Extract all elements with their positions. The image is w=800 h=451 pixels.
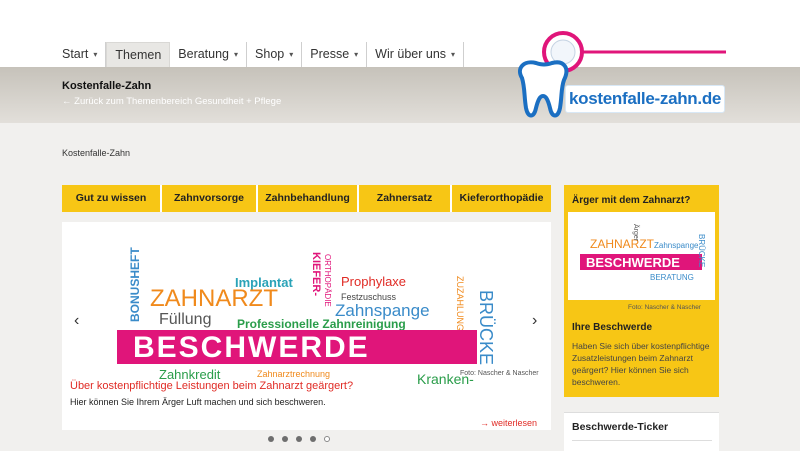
- tab-kieferorthopaedie[interactable]: Kieferorthopädie: [452, 185, 551, 212]
- slider-next-arrow-icon[interactable]: ›: [532, 312, 537, 330]
- slide-text: Hier können Sie Ihrem Ärger Luft machen …: [70, 397, 326, 407]
- read-more-link[interactable]: → weiterlesen: [480, 418, 537, 428]
- sidebar-word-cloud-image[interactable]: ZAHNARZT Zahnspange BESCHWERDE BRÜCKE BE…: [568, 212, 715, 300]
- slider-dots: [268, 436, 330, 442]
- chevron-down-icon: ▾: [451, 50, 456, 59]
- nav-item-label: Shop: [255, 47, 285, 61]
- main-menu: Start ▾ Themen Beratung ▾ Shop ▾ Presse …: [54, 42, 465, 68]
- sidebar-heading: Ärger mit dem Zahnarzt?: [572, 195, 691, 206]
- chevron-down-icon: ▾: [93, 50, 98, 59]
- sidebar-text: Haben Sie sich über kostenpflichtige Zus…: [572, 341, 710, 387]
- nav-item-label: Themen: [115, 48, 162, 62]
- nav-item-wir-ueber-uns[interactable]: Wir über uns ▾: [367, 42, 465, 68]
- tab-zahnersatz[interactable]: Zahnersatz: [359, 185, 452, 212]
- divider: [572, 440, 712, 441]
- cloud-word: Professionelle Zahnreinigung: [237, 317, 406, 331]
- cloud-word: BRÜCKE: [476, 290, 496, 365]
- logo-wordmark[interactable]: kostenfalle-zahn.de: [565, 85, 725, 113]
- thumb-word: ZAHNARZT: [590, 237, 655, 251]
- slider-dot[interactable]: [296, 436, 302, 442]
- sidebar-title[interactable]: Ihre Beschwerde: [572, 322, 652, 333]
- slider-prev-arrow-icon[interactable]: ‹: [74, 312, 79, 330]
- cloud-word: KIEFER-: [310, 252, 322, 296]
- nav-item-beratung[interactable]: Beratung ▾: [170, 42, 248, 68]
- slider-dot-active[interactable]: [324, 436, 330, 442]
- breadcrumb[interactable]: Kostenfalle-Zahn: [62, 148, 130, 158]
- slider-dot[interactable]: [310, 436, 316, 442]
- tab-gut-zu-wissen[interactable]: Gut zu wissen: [62, 185, 162, 212]
- thumb-word: Ärger: [632, 224, 640, 242]
- word-cloud-image: BONUSHEFT ZAHNARZT Implantat KIEFER- ORT…: [117, 247, 496, 386]
- cloud-word: ZUZAHLUNG: [455, 276, 465, 331]
- cloud-word: BONUSHEFT: [128, 247, 142, 322]
- nav-item-presse[interactable]: Presse ▾: [302, 42, 368, 68]
- read-more-label: weiterlesen: [491, 418, 538, 428]
- thumb-word: Zahnspange: [654, 241, 699, 250]
- chevron-down-icon: ▾: [289, 50, 294, 59]
- nav-item-shop[interactable]: Shop ▾: [247, 42, 303, 68]
- chevron-down-icon: ▾: [354, 50, 359, 59]
- cloud-word: BESCHWERDE: [133, 331, 370, 364]
- cloud-word: ORTHOPÄDIE: [323, 254, 332, 307]
- back-link[interactable]: ← Zurück zum Themenbereich Gesundheit + …: [62, 96, 281, 107]
- tooth-logo-icon[interactable]: [508, 30, 728, 130]
- sidebar-photo-credit: Foto: Nascher & Nascher: [628, 304, 701, 311]
- nav-item-label: Start: [62, 47, 89, 61]
- nav-item-themen[interactable]: Themen: [106, 42, 171, 68]
- slide-caption[interactable]: Über kostenpflichtige Leistungen beim Za…: [70, 380, 353, 392]
- nav-item-label: Beratung: [178, 47, 230, 61]
- cloud-word: Prophylaxe: [341, 274, 406, 289]
- tab-zahnvorsorge[interactable]: Zahnvorsorge: [162, 185, 258, 212]
- arrow-right-icon: →: [480, 418, 489, 428]
- photo-credit: Foto: Nascher & Nascher: [460, 370, 539, 377]
- ticker-title: Beschwerde-Ticker: [572, 421, 669, 433]
- nav-item-start[interactable]: Start ▾: [54, 42, 107, 68]
- cloud-word: Implantat: [235, 275, 293, 290]
- chevron-down-icon: ▾: [234, 50, 239, 59]
- thumb-word: BERATUNG: [650, 273, 694, 282]
- slider-dot[interactable]: [282, 436, 288, 442]
- cloud-word: Füllung: [159, 311, 211, 328]
- slider-dot[interactable]: [268, 436, 274, 442]
- page-title: Kostenfalle-Zahn: [62, 80, 152, 92]
- cloud-word: Zahnarztrechnung: [257, 369, 330, 379]
- thumb-word: BRÜCKE: [697, 234, 706, 267]
- nav-item-label: Presse: [310, 47, 350, 61]
- tab-zahnbehandlung[interactable]: Zahnbehandlung: [258, 185, 359, 212]
- thumb-word: BESCHWERDE: [586, 255, 680, 270]
- nav-item-label: Wir über uns: [375, 47, 447, 61]
- topic-tabs: Gut zu wissen Zahnvorsorge Zahnbehandlun…: [62, 185, 551, 212]
